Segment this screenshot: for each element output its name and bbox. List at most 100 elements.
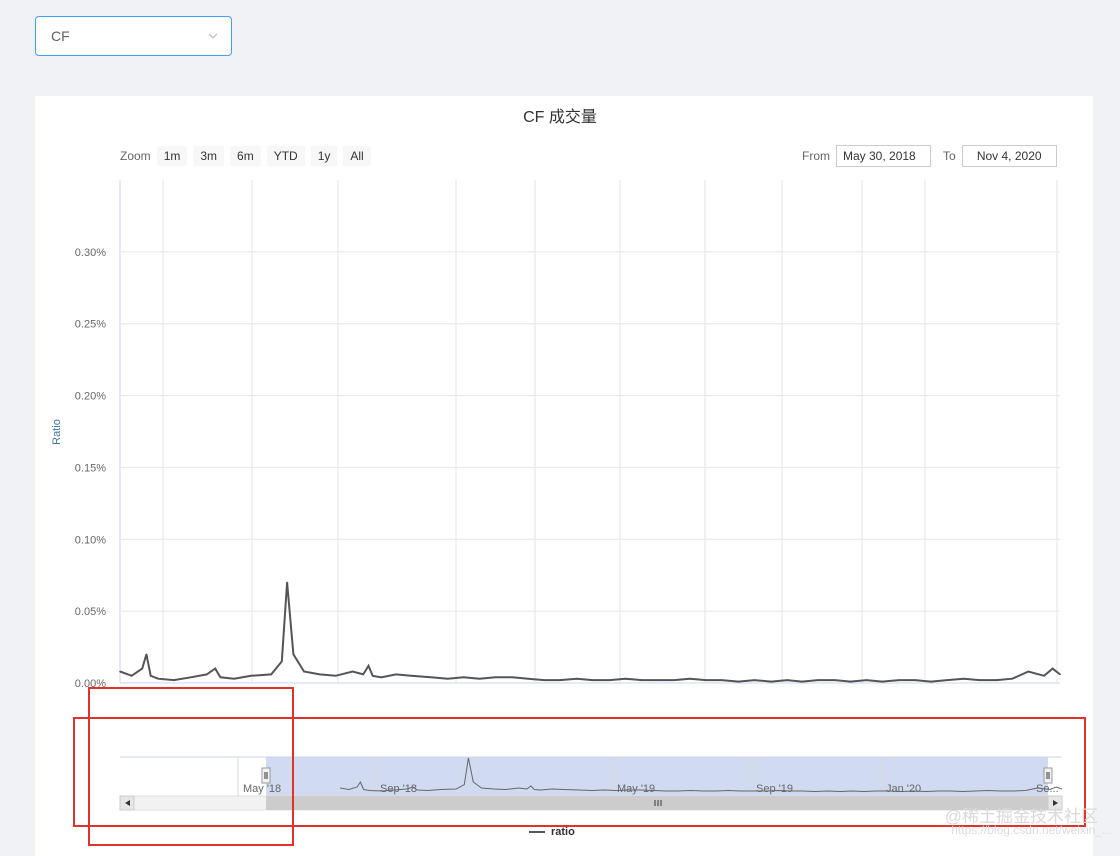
data-point <box>494 676 497 679</box>
data-point <box>591 679 594 681</box>
data-point <box>833 679 836 681</box>
data-point <box>395 673 397 676</box>
chart-title: CF 成交量 <box>523 109 597 126</box>
navigator-label: Sep '18 <box>380 783 417 795</box>
data-point <box>145 653 148 656</box>
data-point <box>527 677 529 680</box>
zoom-1y-button[interactable]: 1y <box>310 146 338 166</box>
data-point <box>753 679 756 681</box>
data-point <box>270 673 273 676</box>
data-point <box>362 673 364 676</box>
chart-svg: 0.00% 0.05% 0.10% 0.15% 0.20% 0.25% 0.30% Rati… <box>51 180 1063 811</box>
to-label: To <box>943 149 956 163</box>
data-point <box>149 675 152 677</box>
data-point <box>865 679 868 681</box>
zoom-6m-button[interactable]: 6m <box>230 146 261 166</box>
data-point <box>962 677 965 680</box>
data-point <box>334 675 337 677</box>
data-point <box>286 581 288 584</box>
data-point <box>478 677 481 680</box>
y-tick-label: 0.20% <box>75 391 106 403</box>
from-label: From <box>802 149 830 163</box>
y-tick-label: 0.15% <box>75 462 106 474</box>
navigator-label: Sep '19 <box>756 783 793 795</box>
y-axis-label: Ratio <box>51 419 63 445</box>
data-point <box>978 679 981 681</box>
data-point <box>319 673 321 676</box>
y-tick-label: 0.10% <box>75 534 106 546</box>
zoom-3m-button[interactable]: 3m <box>193 146 225 166</box>
data-point <box>1043 675 1045 677</box>
data-point <box>157 677 159 680</box>
y-tick-label: 0.30% <box>75 247 106 259</box>
data-point <box>881 680 884 683</box>
data-point <box>119 670 121 673</box>
data-point <box>689 677 691 680</box>
data-point <box>292 653 295 656</box>
data-point <box>1011 677 1014 680</box>
data-point <box>1059 673 1061 676</box>
zoom-1m-button[interactable]: 1m <box>156 146 188 166</box>
legend-label-ratio: ratio <box>551 826 575 838</box>
data-point <box>817 679 819 681</box>
data-point <box>704 679 707 681</box>
zoom-selector: Zoom 1m 3m 6m YTD 1y All <box>120 146 371 166</box>
data-point <box>367 664 370 667</box>
data-point <box>640 679 643 681</box>
data-point <box>720 679 723 681</box>
data-point <box>656 679 658 681</box>
y-tick-label: 0.05% <box>75 606 106 618</box>
data-point <box>219 676 222 679</box>
data-point <box>770 680 773 683</box>
data-point <box>946 679 948 681</box>
data-point <box>250 675 252 677</box>
data-point <box>673 679 675 681</box>
data-point <box>1051 667 1054 670</box>
navigator-handle-right[interactable] <box>1043 767 1053 784</box>
watermark-url: https://blog.csdn.net/weixin_... <box>951 823 1112 837</box>
data-point <box>141 667 144 670</box>
navigator-label: May '19 <box>617 783 655 795</box>
data-point <box>849 680 852 683</box>
data-point <box>914 679 916 681</box>
zoom-all-button[interactable]: All <box>343 146 371 166</box>
data-point <box>1027 670 1030 673</box>
navigator-label: May '18 <box>243 783 281 795</box>
data-point <box>214 667 216 670</box>
chart-legend[interactable]: ratio <box>529 826 575 838</box>
zoom-ytd-button[interactable]: YTD <box>266 146 305 166</box>
y-tick-label: 0.00% <box>75 678 106 690</box>
data-point <box>608 679 611 681</box>
data-point <box>930 680 932 683</box>
to-date-input[interactable]: Nov 4, 2020 <box>961 145 1057 167</box>
data-point <box>409 675 412 677</box>
date-range: From May 30, 2018 To Nov 4, 2020 <box>802 145 1057 167</box>
data-point <box>205 673 208 676</box>
data-point <box>233 677 235 680</box>
scrollbar-thumb[interactable] <box>266 796 1048 810</box>
data-point <box>380 676 382 679</box>
legend-swatch <box>529 831 545 833</box>
data-point <box>543 679 545 681</box>
data-point <box>898 679 901 681</box>
data-point <box>801 680 803 683</box>
data-point <box>575 677 578 680</box>
navigator-handle-left[interactable] <box>261 767 271 784</box>
y-tick-label: 0.25% <box>75 319 106 331</box>
data-point <box>624 677 627 680</box>
data-point <box>559 679 561 681</box>
data-point <box>786 679 788 681</box>
series-line-ratio <box>119 582 1061 683</box>
data-point <box>351 670 354 673</box>
data-point <box>303 670 305 673</box>
data-point <box>190 676 192 679</box>
from-date-input[interactable]: May 30, 2018 <box>836 145 931 167</box>
data-point <box>371 675 374 677</box>
data-point <box>430 676 432 679</box>
data-point <box>737 680 740 683</box>
data-point <box>130 675 133 677</box>
zoom-label: Zoom <box>120 149 151 163</box>
navigator-label: Jan '20 <box>886 783 921 795</box>
data-point <box>446 677 449 680</box>
data-point <box>462 676 465 679</box>
